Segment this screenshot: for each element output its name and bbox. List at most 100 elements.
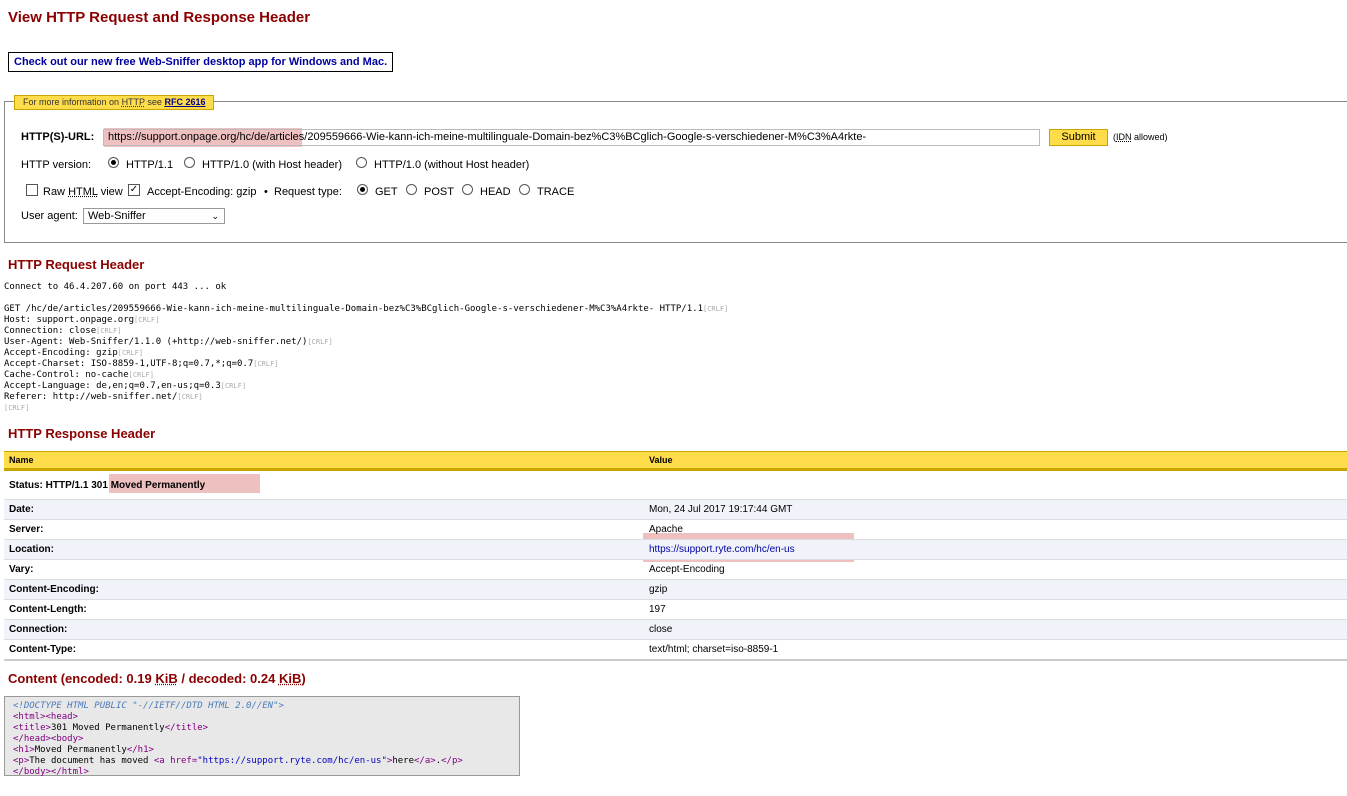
table-row: Date: Mon, 24 Jul 2017 19:17:44 GMT — [4, 499, 1347, 520]
code-tag: <title> — [13, 723, 51, 733]
connect-line: Connect to 46.4.207.60 on port 443 ... o… — [4, 282, 227, 292]
col-name-header: Name — [4, 451, 644, 471]
code-text: Moved Permanently — [34, 745, 127, 755]
request-line-text: Accept-Language: de,en;q=0.7,en-us;q=0.3 — [4, 381, 221, 391]
idn-note: (IDN allowed) — [1113, 132, 1168, 142]
crlf-marker: [CRLF] — [96, 327, 122, 335]
request-line: Referer: http://web-sniffer.net/[CRLF] — [4, 392, 728, 403]
raw-html-label: Raw HTML view — [43, 186, 123, 198]
status-row: Status: HTTP/1.1 301 Moved Permanently — [4, 470, 1347, 500]
bullet-separator: • — [264, 186, 268, 198]
idn-abbr: IDN — [1116, 132, 1132, 142]
rfc-link[interactable]: RFC 2616 — [164, 97, 205, 107]
crlf-marker: [CRLF] — [128, 371, 154, 379]
table-row: Vary: Accept-Encoding — [4, 559, 1347, 580]
radio-http11-label: HTTP/1.1 — [126, 159, 174, 171]
user-agent-value: Web-Sniffer — [88, 210, 146, 222]
header-name: Date: — [4, 499, 644, 520]
status-label: Status: HTTP/1.1 — [9, 479, 89, 491]
request-type-label: Request type: — [274, 186, 342, 198]
chevron-down-icon: ⌄ — [211, 211, 219, 221]
header-value: Apache — [644, 519, 1347, 540]
request-line: GET /hc/de/articles/209559666-Wie-kann-i… — [4, 304, 728, 315]
code-text: 301 Moved Permanently — [50, 723, 165, 733]
crlf-marker: [CRLF] — [253, 360, 279, 368]
user-agent-label: User agent: — [21, 210, 78, 222]
accept-encoding-label: Accept-Encoding: gzip — [147, 186, 257, 198]
request-line: Accept-Language: de,en;q=0.7,en-us;q=0.3… — [4, 381, 728, 392]
content-heading-mid: / decoded: 0.24 — [181, 671, 276, 686]
code-tag: </body></html> — [13, 767, 89, 777]
radio-http10-nohost[interactable] — [356, 157, 367, 168]
content-unit-1: KiB — [155, 671, 178, 686]
content-heading-pre: Content (encoded: 0.19 — [8, 671, 152, 686]
code-tag: <p> — [13, 756, 30, 766]
code-tag: </h1> — [126, 745, 154, 755]
raw-html-pre: Raw — [43, 186, 66, 198]
request-line: Accept-Charset: ISO-8859-1,UTF-8;q=0.7,*… — [4, 359, 728, 370]
request-line-text: Cache-Control: no-cache — [4, 370, 129, 380]
code-line: <!DOCTYPE HTML PUBLIC "-//IETF//DTD HTML… — [13, 701, 284, 711]
crlf-marker: [CRLF] — [307, 338, 333, 346]
header-value: Accept-Encoding — [644, 559, 1347, 580]
request-line-text: Accept-Charset: ISO-8859-1,UTF-8;q=0.7,*… — [4, 359, 254, 369]
raw-html-checkbox[interactable] — [26, 184, 38, 196]
header-name: Location: — [4, 539, 644, 560]
accept-encoding-checkbox[interactable]: ✓ — [128, 184, 140, 196]
radio-trace[interactable] — [519, 184, 530, 195]
code-line: <p>The document has moved <a href="https… — [13, 756, 511, 767]
radio-http10-host-label: HTTP/1.0 (with Host header) — [202, 159, 342, 171]
url-label: HTTP(S)-URL: — [21, 131, 95, 143]
header-name: Connection: — [4, 619, 644, 640]
location-link[interactable]: https://support.ryte.com/hc/en-us — [649, 544, 795, 555]
request-heading: HTTP Request Header — [8, 257, 145, 272]
header-value: text/html; charset=iso-8859-1 — [644, 639, 1347, 661]
header-name: Vary: — [4, 559, 644, 580]
code-line: </body></html> — [13, 767, 511, 778]
radio-post[interactable] — [406, 184, 417, 195]
code-tag: </head><body> — [13, 734, 84, 744]
request-line-text: Referer: http://web-sniffer.net/ — [4, 392, 178, 402]
raw-html-post: view — [100, 186, 123, 198]
request-line-text: GET /hc/de/articles/209559666-Wie-kann-i… — [4, 304, 703, 314]
raw-html-abbr: HTML — [68, 186, 98, 198]
request-line: User-Agent: Web-Sniffer/1.1.0 (+http://w… — [4, 337, 728, 348]
header-value: 197 — [644, 599, 1347, 620]
radio-get[interactable] — [357, 184, 368, 195]
col-value-header: Value — [644, 451, 1347, 471]
code-string: "https://support.ryte.com/hc/en-us" — [197, 756, 387, 766]
legend-see: see — [147, 97, 162, 107]
content-heading: Content (encoded: 0.19 KiB / decoded: 0.… — [8, 671, 306, 686]
code-line: </head><body> — [13, 734, 511, 745]
header-value: gzip — [644, 579, 1347, 600]
content-heading-post: ) — [301, 671, 306, 686]
radio-http11[interactable] — [108, 157, 119, 168]
request-line-text: Connection: close — [4, 326, 97, 336]
table-row: Content-Type: text/html; charset=iso-885… — [4, 639, 1347, 661]
user-agent-select[interactable]: Web-Sniffer ⌄ — [83, 208, 225, 224]
status-cell: Status: HTTP/1.1 301 Moved Permanently — [4, 470, 1347, 500]
radio-post-label: POST — [424, 186, 454, 198]
request-line: Cache-Control: no-cache[CRLF] — [4, 370, 728, 381]
code-tag: </title> — [164, 723, 209, 733]
code-text: The document has moved — [29, 756, 154, 766]
crlf-marker: [CRLF] — [117, 349, 144, 357]
code-tag: <html><head> — [13, 712, 79, 722]
request-lines: GET /hc/de/articles/209559666-Wie-kann-i… — [4, 304, 728, 414]
promo-link[interactable]: Check out our new free Web-Sniffer deskt… — [8, 52, 394, 72]
http-version-label: HTTP version: — [21, 159, 92, 171]
radio-head-label: HEAD — [480, 186, 511, 198]
crlf-marker: [CRLF] — [177, 393, 203, 401]
header-name: Content-Type: — [4, 639, 644, 661]
page-title: View HTTP Request and Response Header — [8, 9, 311, 26]
radio-head[interactable] — [462, 184, 473, 195]
radio-get-label: GET — [375, 186, 398, 198]
request-line-text: Host: support.onpage.org — [4, 315, 135, 325]
request-line: Accept-Encoding: gzip[CRLF] — [4, 348, 728, 359]
radio-http10-host[interactable] — [184, 157, 195, 168]
form-legend: For more information on HTTP see RFC 261… — [14, 95, 215, 110]
submit-button[interactable]: Submit — [1049, 129, 1108, 146]
table-row: Location: https://support.ryte.com/hc/en… — [4, 539, 1347, 560]
code-line: <title>301 Moved Permanently</title> — [13, 723, 511, 734]
url-input[interactable]: https://support.onpage.org/hc/de/article… — [103, 129, 1040, 146]
